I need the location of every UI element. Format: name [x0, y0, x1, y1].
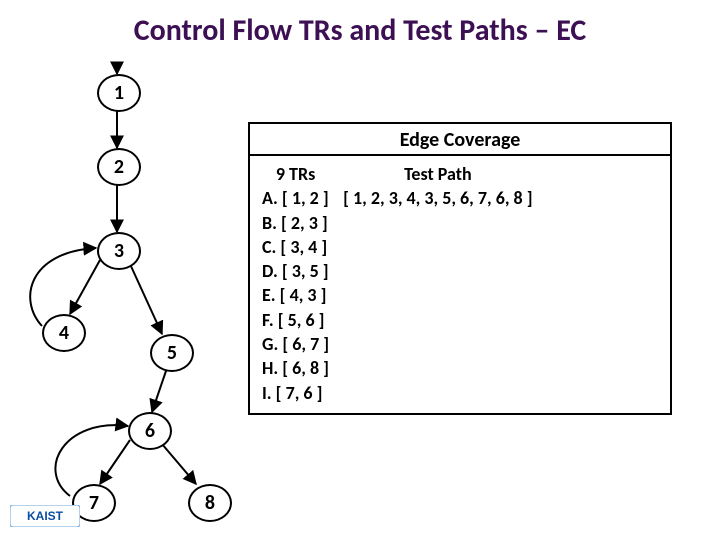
- trs-heading: 9 TRs: [262, 162, 329, 186]
- tr-g: G. [ 6, 7 ]: [262, 332, 329, 356]
- cfg-node-6: 6: [128, 412, 172, 450]
- edge-coverage-box: Edge Coverage 9 TRsA. [ 1, 2 ]B. [ 2, 3 …: [248, 122, 672, 415]
- cfg-node-4: 4: [42, 314, 86, 352]
- kaist-logo-icon: KAIST: [10, 505, 80, 527]
- logo-text: KAIST: [27, 509, 64, 523]
- cfg-node-1: 1: [97, 74, 141, 112]
- cfg-node-2: 2: [97, 148, 141, 186]
- node-label: 7: [89, 491, 99, 515]
- tr-f: F. [ 5, 6 ]: [262, 308, 329, 332]
- tr-d: D. [ 3, 5 ]: [262, 259, 329, 283]
- tr-c: C. [ 3, 4 ]: [262, 235, 329, 259]
- node-label: 8: [205, 491, 215, 515]
- kaist-logo: KAIST: [10, 505, 80, 532]
- tr-e: E. [ 4, 3 ]: [262, 283, 329, 307]
- cfg-node-5: 5: [150, 334, 194, 372]
- edge-coverage-title: Edge Coverage: [250, 124, 670, 156]
- trs-column: 9 TRsA. [ 1, 2 ]B. [ 2, 3 ]C. [ 3, 4 ]D.…: [250, 156, 339, 413]
- testpath-value: [ 1, 2, 3, 4, 3, 5, 6, 7, 6, 8 ]: [343, 186, 532, 210]
- tr-h: H. [ 6, 8 ]: [262, 356, 329, 380]
- node-label: 2: [114, 155, 124, 179]
- tr-a: A. [ 1, 2 ]: [262, 186, 329, 210]
- node-label: 5: [167, 341, 177, 365]
- slide: Control Flow TRs and Test Paths – EC 1 2…: [0, 0, 720, 540]
- tr-b: B. [ 2, 3 ]: [262, 211, 329, 235]
- cfg-node-8: 8: [188, 484, 232, 522]
- node-label: 6: [145, 419, 155, 443]
- node-label: 4: [59, 321, 69, 345]
- node-label: 1: [114, 81, 124, 105]
- testpath-heading: Test Path: [343, 162, 532, 186]
- tr-i: I. [ 7, 6 ]: [262, 381, 329, 405]
- testpath-column: Test Path [ 1, 2, 3, 4, 3, 5, 6, 7, 6, 8…: [339, 156, 542, 413]
- node-label: 3: [114, 239, 124, 263]
- cfg-node-3: 3: [97, 232, 141, 270]
